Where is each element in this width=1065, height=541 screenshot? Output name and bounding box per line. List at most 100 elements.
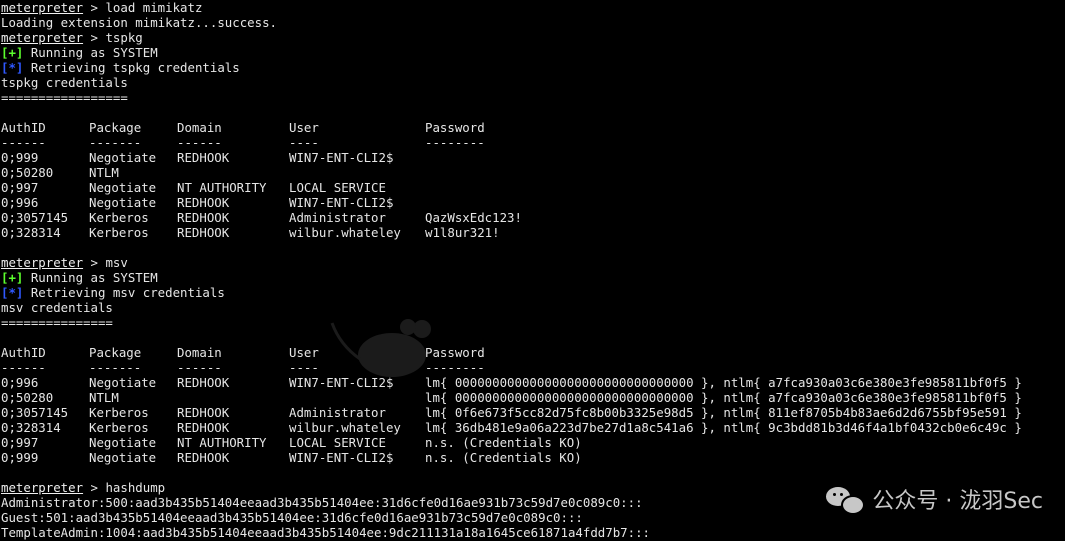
terminal-output[interactable]: meterpreter > load mimikatz Loading exten… <box>1 0 1065 541</box>
output-line: tspkg credentials <box>1 75 128 90</box>
package-cell: NTLM <box>89 165 119 180</box>
package-cell: Negotiate <box>89 450 157 465</box>
package-cell: Kerberos <box>89 210 149 225</box>
status-line: [+] Running as SYSTEM <box>1 270 1065 285</box>
output-line: =============== <box>1 315 113 330</box>
password-cell: n.s. (Credentials KO) <box>425 450 582 465</box>
domain-cell: REDHOOK <box>177 420 230 435</box>
password-cell: w1l8ur321! <box>425 225 500 240</box>
package-cell: ------- <box>89 360 142 375</box>
auth-id-cell: 0;3057145 <box>1 210 69 225</box>
auth-id-cell: 0;3057145 <box>1 405 69 420</box>
auth-id-cell: ------ <box>1 135 46 150</box>
status-text: Running as SYSTEM <box>23 270 158 285</box>
domain-cell: REDHOOK <box>177 150 230 165</box>
package-cell: NTLM <box>89 390 119 405</box>
table-row: ------ ------- ------ ---- -------- <box>1 360 1065 375</box>
status-text: Retrieving tspkg credentials <box>23 60 240 75</box>
table-row: 0;996 Negotiate REDHOOK WIN7-ENT-CLI2$ lm{ 0… <box>1 375 1065 390</box>
wechat-icon <box>826 484 866 515</box>
command-text: load mimikatz <box>105 0 203 15</box>
auth-id-cell: 0;996 <box>1 375 39 390</box>
domain-cell: REDHOOK <box>177 405 230 420</box>
table-row: 0;997 Negotiate NT AUTHORITY LOCAL SERVICE n… <box>1 435 1065 450</box>
user-cell: LOCAL SERVICE <box>289 435 386 450</box>
prompt-separator: > <box>83 30 106 45</box>
auth-id-cell: 0;328314 <box>1 420 61 435</box>
package-cell: Kerberos <box>89 420 149 435</box>
prompt-name: meterpreter <box>1 255 84 270</box>
user-cell: wilbur.whateley <box>289 225 401 240</box>
domain-cell: REDHOOK <box>177 375 230 390</box>
prompt-separator: > <box>83 0 106 15</box>
password-cell: lm{ 0f6e673f5cc82d75fc8b00b3325e98d5 }, … <box>425 405 1022 420</box>
password-cell: lm{ 36db481e9a06a223d7be27d1a8c541a6 }, … <box>425 420 1022 435</box>
user-cell: WIN7-ENT-CLI2$ <box>289 195 394 210</box>
password-cell: Password <box>425 120 485 135</box>
info-tag: [*] <box>1 285 24 300</box>
auth-id-cell: 0;999 <box>1 150 39 165</box>
command-text: tspkg <box>105 30 143 45</box>
package-cell: Negotiate <box>89 150 157 165</box>
wechat-watermark: 公众号 · 泷羽Sec <box>826 483 1043 515</box>
info-tag: [*] <box>1 60 24 75</box>
table-row: 0;3057145 Kerberos REDHOOK Administrator Qaz… <box>1 210 1065 225</box>
password-cell: -------- <box>425 135 485 150</box>
output-line: TemplateAdmin:1004:aad3b435b51404eeaad3b… <box>1 525 651 540</box>
prompt-name: meterpreter <box>1 480 84 495</box>
auth-id-cell: 0;328314 <box>1 225 61 240</box>
package-cell: Package <box>89 345 142 360</box>
package-cell: Kerberos <box>89 405 149 420</box>
user-cell: wilbur.whateley <box>289 420 401 435</box>
mouse-silhouette-watermark <box>330 319 431 377</box>
password-cell: n.s. (Credentials KO) <box>425 435 582 450</box>
output-line: ================= <box>1 90 128 105</box>
prompt-name: meterpreter <box>1 30 84 45</box>
auth-id-cell: ------ <box>1 360 46 375</box>
status-text: Retrieving msv credentials <box>23 285 225 300</box>
output-line: Loading extension mimikatz...success. <box>1 15 278 30</box>
table-row: 0;328314 Kerberos REDHOOK wilbur.whateley lm… <box>1 420 1065 435</box>
package-cell: Negotiate <box>89 180 157 195</box>
auth-id-cell: AuthID <box>1 120 46 135</box>
package-cell: Negotiate <box>89 375 157 390</box>
package-cell: Negotiate <box>89 195 157 210</box>
prompt-separator: > <box>83 255 106 270</box>
domain-cell: REDHOOK <box>177 195 230 210</box>
domain-cell: Domain <box>177 345 222 360</box>
auth-id-cell: 0;999 <box>1 450 39 465</box>
password-cell: lm{ 00000000000000000000000000000000 }, … <box>425 390 1022 405</box>
password-cell: QazWsxEdc123! <box>425 210 522 225</box>
auth-id-cell: 0;50280 <box>1 165 54 180</box>
prompt-name: meterpreter <box>1 0 84 15</box>
auth-id-cell: 0;996 <box>1 195 39 210</box>
auth-id-cell: AuthID <box>1 345 46 360</box>
table-row: 0;999 Negotiate REDHOOK WIN7-ENT-CLI2$ n.s. … <box>1 450 1065 465</box>
domain-cell: NT AUTHORITY <box>177 435 267 450</box>
auth-id-cell: 0;997 <box>1 435 39 450</box>
prompt-line: meterpreter > tspkg <box>1 30 1065 45</box>
watermark-text: 公众号 · 泷羽Sec <box>872 489 1043 514</box>
table-row: AuthID Package Domain User Password <box>1 345 1065 360</box>
table-row: 0;328314 Kerberos REDHOOK wilbur.whateley w1… <box>1 225 1065 240</box>
prompt-line: meterpreter > msv <box>1 255 1065 270</box>
table-row: 0;997 Negotiate NT AUTHORITY LOCAL SERVICE <box>1 180 1065 195</box>
user-cell: User <box>289 120 319 135</box>
domain-cell: ------ <box>177 360 222 375</box>
table-row: AuthID Package Domain User Password <box>1 120 1065 135</box>
status-text: Running as SYSTEM <box>23 45 158 60</box>
status-line: [*] Retrieving msv credentials <box>1 285 1065 300</box>
success-tag: [+] <box>1 45 24 60</box>
package-cell: Package <box>89 120 142 135</box>
package-cell: Negotiate <box>89 435 157 450</box>
user-cell: Administrator <box>289 210 386 225</box>
user-cell: WIN7-ENT-CLI2$ <box>289 450 394 465</box>
prompt-line: meterpreter > load mimikatz <box>1 0 1065 15</box>
prompt-separator: > <box>83 480 106 495</box>
auth-id-cell: 0;997 <box>1 180 39 195</box>
table-row: 0;996 Negotiate REDHOOK WIN7-ENT-CLI2$ <box>1 195 1065 210</box>
password-cell: lm{ 00000000000000000000000000000000 }, … <box>425 375 1022 390</box>
